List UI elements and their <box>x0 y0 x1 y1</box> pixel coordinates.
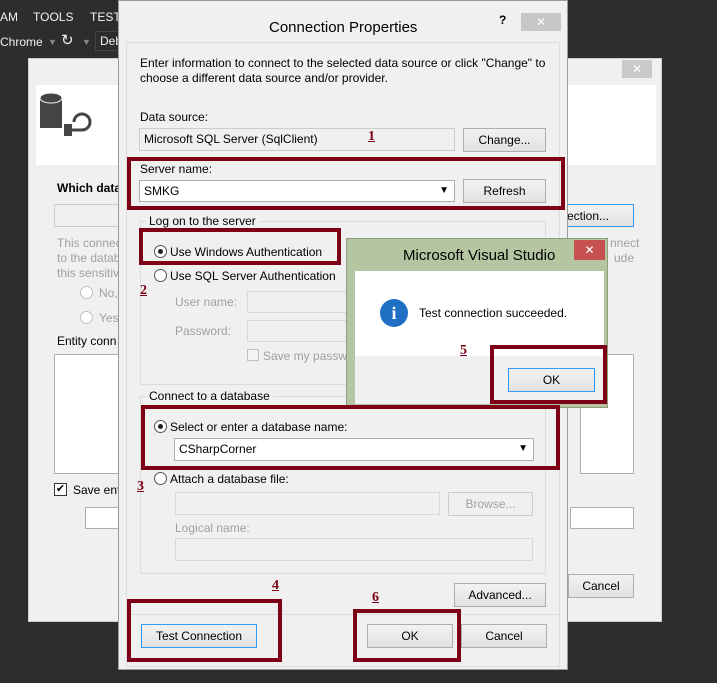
wizard-desc-line: This connec <box>57 236 122 250</box>
logical-name-label: Logical name: <box>175 521 250 535</box>
radio-yes[interactable] <box>80 311 93 324</box>
save-name-input-right[interactable] <box>570 507 634 529</box>
password-label: Password: <box>175 324 232 338</box>
info-icon: i <box>380 299 408 327</box>
browse-button[interactable]: Browse... <box>448 492 533 516</box>
data-source-field: Microsoft SQL Server (SqlClient) <box>139 128 455 151</box>
annotation-box-server <box>127 157 565 210</box>
annotation-number: 4 <box>272 578 279 593</box>
refresh-icon[interactable]: ↻ <box>61 31 74 49</box>
annotation-number: 1 <box>368 129 375 144</box>
menu-team[interactable]: AM <box>0 10 18 24</box>
help-button[interactable]: ? <box>499 13 506 27</box>
annotation-box-msg-ok <box>490 345 607 404</box>
menu-tools[interactable]: TOOLS <box>33 10 73 24</box>
database-group-label: Connect to a database <box>146 389 273 403</box>
message-text: Test connection succeeded. <box>419 306 568 320</box>
annotation-box-test <box>127 599 282 662</box>
close-button[interactable]: ✕ <box>521 13 561 31</box>
cancel-button[interactable]: Cancel <box>461 624 547 648</box>
message-box-close[interactable]: ✕ <box>574 240 605 260</box>
sql-auth-radio[interactable] <box>154 269 167 282</box>
username-input[interactable] <box>247 291 357 313</box>
annotation-number: 6 <box>372 590 379 605</box>
change-button[interactable]: Change... <box>463 128 546 152</box>
desc-right: nnect <box>610 236 640 250</box>
chevron-down-icon[interactable]: ▼ <box>82 37 91 47</box>
chevron-down-icon[interactable]: ▼ <box>48 37 57 47</box>
sql-auth-label: Use SQL Server Authentication <box>170 269 336 283</box>
annotation-number: 5 <box>460 343 467 358</box>
password-input[interactable] <box>247 320 357 342</box>
wizard-question: Which data <box>57 181 122 195</box>
dialog-title: Connection Properties <box>269 19 418 36</box>
radio-no-label: No, <box>99 286 118 300</box>
entity-conn-text[interactable] <box>54 354 124 474</box>
logon-group-label: Log on to the server <box>146 214 259 228</box>
wizard-desc-line: to the datab <box>57 251 121 265</box>
attach-db-input[interactable] <box>175 492 440 515</box>
browser-select[interactable]: Chrome <box>0 35 43 49</box>
annotation-box-auth <box>139 228 341 265</box>
wizard-desc-line: this sensitiv <box>57 266 120 280</box>
intro-text: Enter information to connect to the sele… <box>140 56 546 85</box>
save-checkbox[interactable]: ✔ <box>54 483 67 496</box>
attach-db-radio[interactable] <box>154 472 167 485</box>
wizard-close-button[interactable]: ✕ <box>622 60 652 78</box>
logical-name-input[interactable] <box>175 538 533 561</box>
wizard-connection-select[interactable] <box>54 204 124 227</box>
database-icon <box>39 92 92 136</box>
radio-no[interactable] <box>80 286 93 299</box>
advanced-button[interactable]: Advanced... <box>454 583 546 607</box>
save-password-checkbox[interactable] <box>247 349 259 361</box>
username-label: User name: <box>175 295 238 309</box>
annotation-box-ok <box>353 609 461 662</box>
desc-right: ude <box>614 251 635 265</box>
save-label: Save ent <box>73 483 121 497</box>
annotation-box-database <box>141 405 560 470</box>
entity-conn-label: Entity conn <box>57 334 117 348</box>
message-box-title: Microsoft Visual Studio <box>403 247 556 264</box>
annotation-number: 2 <box>140 283 147 298</box>
menu-test[interactable]: TEST <box>90 10 121 24</box>
annotation-number: 3 <box>137 479 144 494</box>
attach-db-label: Attach a database file: <box>170 472 289 486</box>
data-source-label: Data source: <box>140 110 209 124</box>
wizard-cancel-button[interactable]: Cancel <box>568 574 634 598</box>
